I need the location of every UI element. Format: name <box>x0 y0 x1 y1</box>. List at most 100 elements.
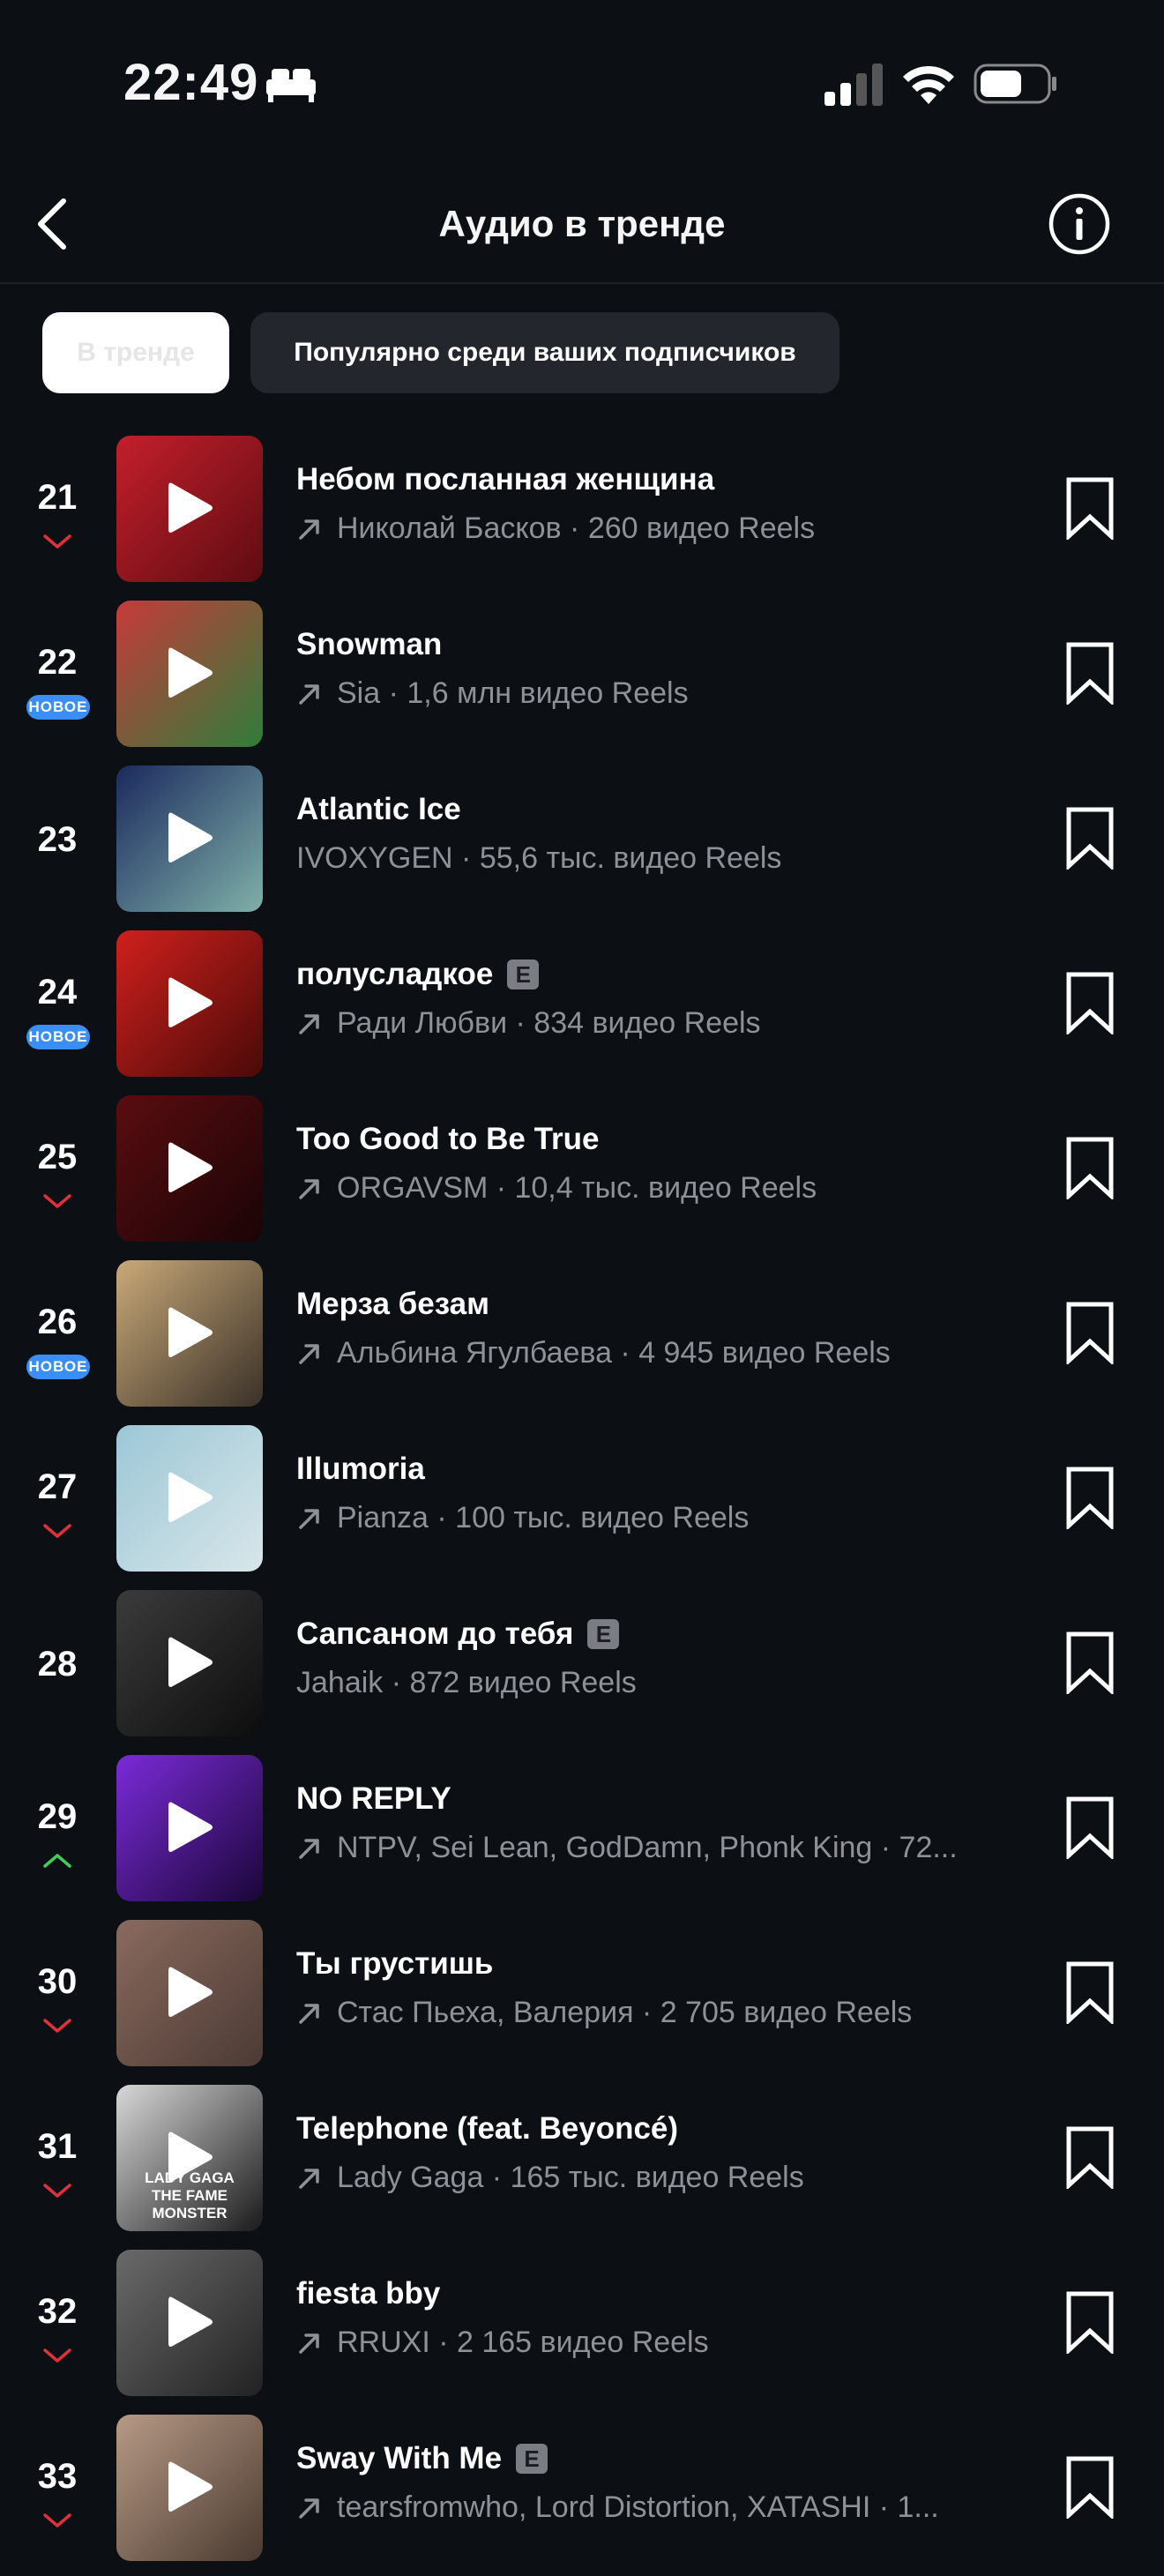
album-cover[interactable] <box>116 1425 263 1572</box>
track-title-row[interactable]: Sway With Me E <box>296 2441 548 2476</box>
trend-down-icon <box>43 1524 71 1538</box>
artist-and-reels-count: NTPV, Sei Lean, GodDamn, Phonk King · 72… <box>337 1831 958 1864</box>
list-item[interactable]: 30 Ты грустишь Стас Пьеха, Валерия · 2 705… <box>0 1916 1164 2081</box>
status-bar: 22:49 <box>0 0 1164 168</box>
album-cover[interactable] <box>116 930 263 1077</box>
album-cover[interactable] <box>116 765 263 912</box>
explicit-badge: E <box>516 2444 548 2474</box>
tab-popular-among-followers[interactable]: Популярно среди ваших подписчиков <box>250 312 839 393</box>
track-title: Sway With Me <box>296 2441 503 2475</box>
track-meta: ORGAVSM · 10,4 тыс. видео Reels <box>296 1171 817 1206</box>
album-cover[interactable] <box>116 601 263 747</box>
list-item[interactable]: 29 NO REPLY NTPV, Sei Lean, GodDamn, Phonk… <box>0 1751 1164 1916</box>
cover-text-line: THE FAME MONSTER <box>152 2187 228 2221</box>
list-item[interactable]: 27 Illumoria Pianza · 100 тыс. видео Reels <box>0 1422 1164 1587</box>
album-cover[interactable] <box>116 1095 263 1242</box>
album-cover[interactable]: LADY GAGA THE FAME MONSTER <box>116 2085 263 2231</box>
list-item[interactable]: 26 НОВОЕ Мерза безам Альбина Ягулбаева · 4 … <box>0 1257 1164 1422</box>
play-icon[interactable] <box>167 810 214 866</box>
track-title: Мерза безам <box>296 1287 490 1321</box>
track-meta: Альбина Ягулбаева · 4 945 видео Reels <box>296 1336 891 1370</box>
bookmark-icon[interactable] <box>1062 1631 1118 1694</box>
track-title-row[interactable]: NO REPLY <box>296 1781 451 1817</box>
track-title-row[interactable]: Сапсаном до тебя E <box>296 1617 620 1652</box>
track-title-row[interactable]: Snowman <box>296 627 442 662</box>
track-meta: Sia · 1,6 млн видео Reels <box>296 676 689 711</box>
track-title: Atlantic Ice <box>296 792 461 826</box>
list-item[interactable]: 23 Atlantic Ice IVOXYGEN · 55,6 тыс. видео… <box>0 762 1164 927</box>
tab-trending[interactable]: В тренде <box>42 312 229 393</box>
list-item[interactable]: 21 Небом посланная женщина Николай Басков … <box>0 432 1164 597</box>
list-item[interactable]: 28 Сапсаном до тебя E Jahaik · 872 видео Re… <box>0 1587 1164 1751</box>
play-icon[interactable] <box>167 1304 214 1361</box>
trending-arrow-icon <box>299 1838 319 1859</box>
play-icon[interactable] <box>167 1139 214 1196</box>
trend-down-icon <box>43 2513 71 2527</box>
bookmark-icon[interactable] <box>1062 971 1118 1034</box>
track-title-row[interactable]: fiesta bby <box>296 2276 440 2311</box>
track-meta: IVOXYGEN · 55,6 тыс. видео Reels <box>296 841 781 876</box>
play-icon[interactable] <box>167 1469 214 1526</box>
trend-down-icon <box>43 2184 71 2198</box>
play-icon[interactable] <box>167 1634 214 1691</box>
album-cover[interactable] <box>116 1755 263 1901</box>
play-icon[interactable] <box>167 1964 214 2020</box>
track-title-row[interactable]: полусладкое E <box>296 957 540 992</box>
album-cover[interactable] <box>116 1590 263 1736</box>
play-icon[interactable] <box>167 1799 214 1855</box>
bookmark-icon[interactable] <box>1062 1301 1118 1364</box>
bookmark-icon[interactable] <box>1062 1960 1118 2024</box>
track-title-row[interactable]: Too Good to Be True <box>296 1122 600 1157</box>
track-meta: RRUXI · 2 165 видео Reels <box>296 2326 709 2360</box>
track-title: Сапсаном до тебя <box>296 1617 574 1651</box>
trending-arrow-icon <box>299 1178 319 1199</box>
trending-arrow-icon <box>299 2168 319 2189</box>
track-title-row[interactable]: Illumoria <box>296 1452 425 1487</box>
track-rank: 33 <box>37 2457 78 2496</box>
list-item[interactable]: 25 Too Good to Be True ORGAVSM · 10,4 тыс.… <box>0 1092 1164 1257</box>
track-rank: 31 <box>37 2127 78 2166</box>
album-cover[interactable] <box>116 1920 263 2066</box>
play-icon[interactable] <box>167 480 214 536</box>
artist-and-reels-count: Стас Пьеха, Валерия · 2 705 видео Reels <box>337 1996 913 2029</box>
bookmark-icon[interactable] <box>1062 1796 1118 1859</box>
track-title-row[interactable]: Atlantic Ice <box>296 792 461 827</box>
track-title-row[interactable]: Telephone (feat. Beyoncé) <box>296 2111 678 2147</box>
track-title-row[interactable]: Небом посланная женщина <box>296 462 714 497</box>
trend-down-icon <box>43 2348 71 2363</box>
play-icon[interactable] <box>167 645 214 701</box>
bookmark-icon[interactable] <box>1062 2125 1118 2189</box>
track-rank: 32 <box>37 2292 78 2331</box>
bookmark-icon[interactable] <box>1062 1466 1118 1529</box>
list-item[interactable]: 32 fiesta bby RRUXI · 2 165 видео Reels <box>0 2246 1164 2411</box>
album-cover[interactable] <box>116 2415 263 2561</box>
bookmark-icon[interactable] <box>1062 2290 1118 2354</box>
play-icon[interactable] <box>167 2294 214 2350</box>
bookmark-icon[interactable] <box>1062 641 1118 705</box>
list-item[interactable]: 33 Sway With Me Etearsfromwho, Lord Distor… <box>0 2411 1164 2576</box>
info-icon[interactable] <box>1048 192 1111 256</box>
track-rank: 30 <box>37 1962 78 2001</box>
track-rank: 21 <box>37 478 78 517</box>
bookmark-icon[interactable] <box>1062 2455 1118 2519</box>
album-cover[interactable] <box>116 436 263 582</box>
list-item[interactable]: 24 НОВОЕ полусладкое E Ради Любви · 834 виде… <box>0 927 1164 1092</box>
trend-up-icon <box>43 1854 71 1868</box>
track-title-row[interactable]: Мерза безам <box>296 1287 489 1322</box>
track-meta: Ради Любви · 834 видео Reels <box>296 1006 761 1041</box>
track-title-row[interactable]: Ты грустишь <box>296 1946 493 1982</box>
play-icon[interactable] <box>167 2459 214 2515</box>
bookmark-icon[interactable] <box>1062 806 1118 870</box>
trending-arrow-icon <box>299 2333 319 2354</box>
artist-and-reels-count: Pianza · 100 тыс. видео Reels <box>337 1501 750 1534</box>
list-item[interactable]: 31 LADY GAGA THE FAME MONSTER Telephone (fe… <box>0 2081 1164 2246</box>
play-icon[interactable] <box>167 974 214 1031</box>
bookmark-icon[interactable] <box>1062 1136 1118 1199</box>
bookmark-icon[interactable] <box>1062 476 1118 540</box>
list-item[interactable]: 22 НОВОЕ Snowman Sia · 1,6 млн видео Reels <box>0 597 1164 762</box>
track-title: полусладкое <box>296 957 494 991</box>
album-cover[interactable] <box>116 2250 263 2396</box>
album-cover[interactable] <box>116 1260 263 1407</box>
play-icon[interactable] <box>167 2129 214 2185</box>
artist-and-reels-count: Sia · 1,6 млн видео Reels <box>337 676 689 710</box>
